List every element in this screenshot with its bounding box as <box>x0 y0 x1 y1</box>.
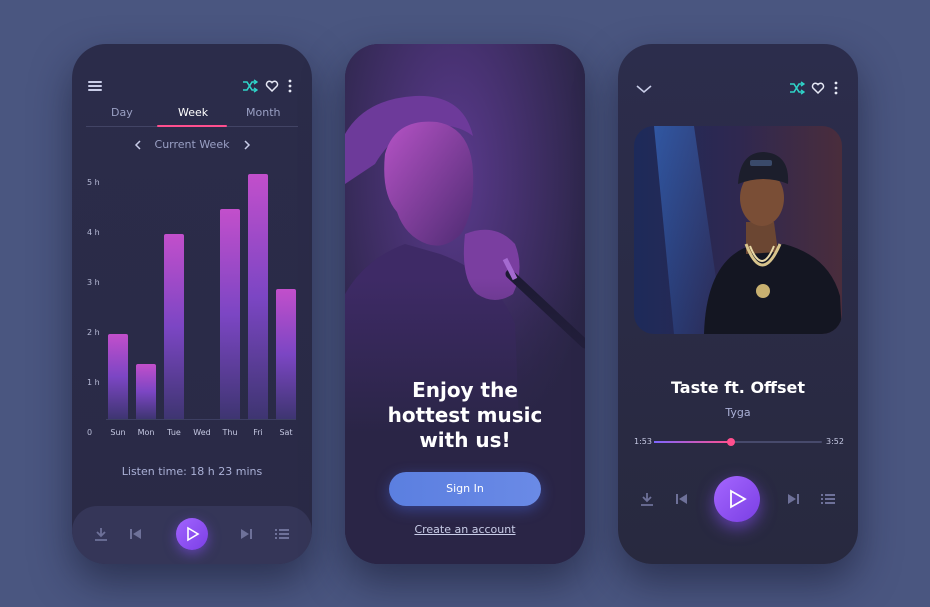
heart-icon[interactable] <box>811 82 825 94</box>
listen-time-summary: Listen time: 18 h 23 mins <box>121 465 263 478</box>
play-button[interactable] <box>176 518 208 550</box>
next-track-icon[interactable] <box>787 493 799 505</box>
bar-fri <box>248 174 268 419</box>
day-label: Wed <box>193 428 211 437</box>
progress-knob[interactable] <box>727 438 736 446</box>
more-icon[interactable] <box>834 81 838 95</box>
y-tick-label: 0 <box>87 428 93 437</box>
progress-fill <box>654 441 732 443</box>
download-icon[interactable] <box>94 527 108 541</box>
create-account-link[interactable]: Create an account <box>345 523 585 536</box>
stats-phone-screen: Day Week Month Current Week 5 h 4 h 3 h … <box>72 44 312 564</box>
tab-day[interactable]: Day <box>111 106 133 119</box>
day-label: Sun <box>110 428 126 437</box>
period-label: Current Week <box>154 138 230 151</box>
shuffle-icon[interactable] <box>789 81 805 95</box>
day-label: Thu <box>222 428 238 437</box>
bar-sun <box>108 334 128 419</box>
artist-name: Tyga <box>725 406 751 419</box>
y-tick-label: 2 h <box>87 328 100 337</box>
artist-photo <box>634 126 842 334</box>
headline-line: hottest music <box>387 403 543 427</box>
bar-thu <box>220 209 240 419</box>
mini-player-bar <box>72 506 312 564</box>
bar-sat <box>276 289 296 419</box>
period-navigator: Current Week <box>72 138 312 151</box>
headline-line: with us! <box>419 428 511 452</box>
y-tick-label: 1 h <box>87 378 100 387</box>
playlist-icon[interactable] <box>821 493 835 505</box>
day-label: Mon <box>137 428 155 437</box>
elapsed-time: 1:53 <box>634 437 652 446</box>
y-tick-label: 4 h <box>87 228 100 237</box>
chevron-left-icon[interactable] <box>134 140 142 150</box>
shuffle-icon[interactable] <box>242 79 258 93</box>
player-phone-screen: Taste ft. Offset Tyga 1:53 3:52 <box>618 44 858 564</box>
y-tick-label: 3 h <box>87 278 100 287</box>
play-icon <box>187 526 200 542</box>
day-label: Fri <box>253 428 263 437</box>
tab-week[interactable]: Week <box>178 106 208 119</box>
bar-tue <box>164 234 184 419</box>
chevron-right-icon[interactable] <box>243 140 251 150</box>
day-label: Tue <box>167 428 181 437</box>
download-icon[interactable] <box>640 492 654 506</box>
previous-track-icon[interactable] <box>676 493 688 505</box>
day-label: Sat <box>279 428 293 437</box>
tab-month[interactable]: Month <box>246 106 280 119</box>
active-tab-indicator <box>157 125 227 127</box>
progress-slider[interactable] <box>654 438 822 446</box>
period-tabs: Day Week Month <box>86 106 298 127</box>
play-button[interactable] <box>714 476 760 522</box>
menu-icon[interactable] <box>88 80 102 92</box>
song-title: Taste ft. Offset <box>670 378 806 397</box>
stats-topbar <box>72 78 312 98</box>
y-tick-label: 5 h <box>87 178 100 187</box>
bar-mon <box>136 364 156 419</box>
play-icon <box>730 489 747 509</box>
welcome-phone-screen: Enjoy the hottest music with us! Sign In… <box>345 44 585 564</box>
more-icon[interactable] <box>288 79 292 93</box>
chevron-down-icon[interactable] <box>636 84 652 94</box>
previous-track-icon[interactable] <box>130 528 142 540</box>
chart-baseline <box>106 419 296 420</box>
welcome-headline: Enjoy the hottest music with us! <box>345 378 585 453</box>
album-cover <box>634 126 842 334</box>
headline-line: Enjoy the <box>412 378 518 402</box>
sign-in-button[interactable]: Sign In <box>389 472 541 506</box>
track-duration: 3:52 <box>826 437 844 446</box>
heart-icon[interactable] <box>265 80 279 92</box>
next-track-icon[interactable] <box>240 528 252 540</box>
playlist-icon[interactable] <box>275 528 289 540</box>
